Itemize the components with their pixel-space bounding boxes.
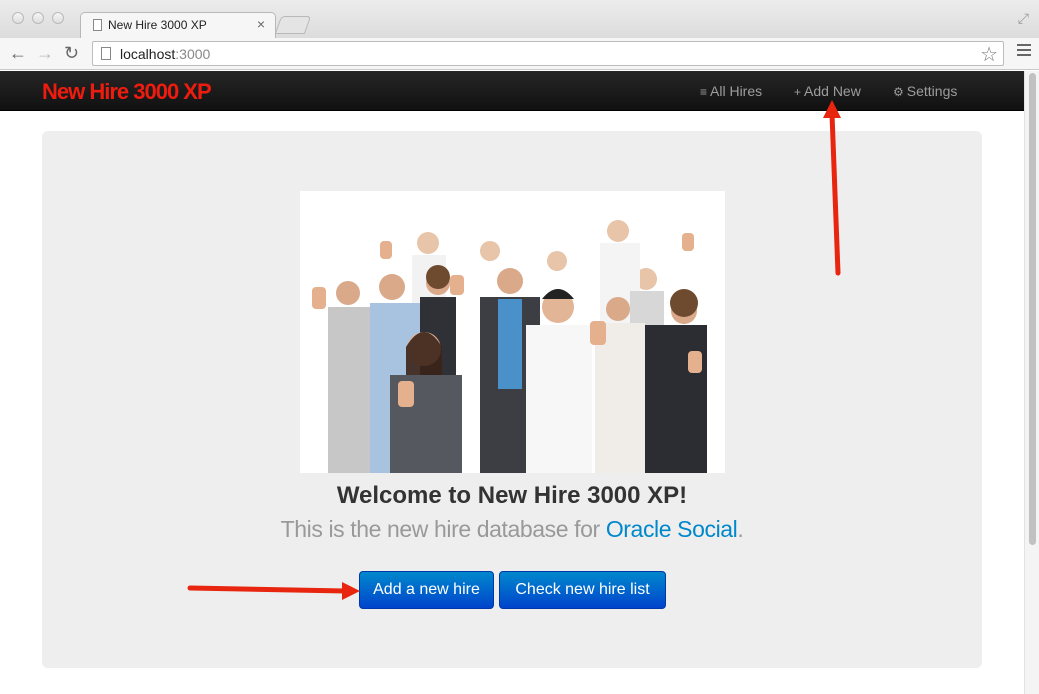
- arrow-to-add-hire-button: [187, 582, 360, 600]
- arrow-to-add-new: [823, 100, 841, 276]
- browser-window: New Hire 3000 XP × ⤢ ← → ↻ localhost:300…: [0, 0, 1039, 694]
- annotation-arrows: [187, 100, 841, 600]
